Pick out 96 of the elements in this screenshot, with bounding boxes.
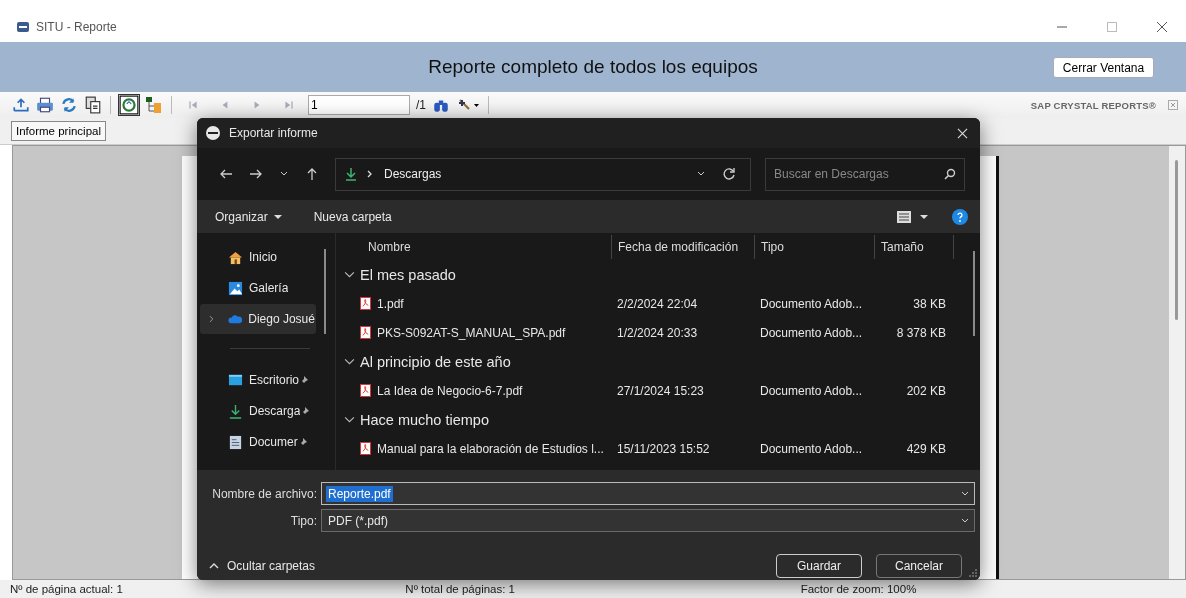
file-type: Documento Adob... bbox=[759, 441, 864, 456]
expand-icon[interactable] bbox=[208, 315, 216, 323]
document-icon bbox=[228, 434, 243, 450]
nav-label: Escritorio bbox=[249, 373, 299, 387]
close-icon[interactable] bbox=[1156, 21, 1168, 33]
chevron-icon bbox=[344, 356, 355, 367]
file-name[interactable]: 1.pdf bbox=[377, 296, 404, 311]
help-icon[interactable] bbox=[952, 208, 968, 225]
caret-icon[interactable] bbox=[920, 212, 928, 221]
chevron-icon bbox=[344, 414, 355, 425]
scrollbar[interactable] bbox=[1169, 146, 1185, 579]
breadcrumb[interactable]: Descargas bbox=[384, 167, 442, 181]
dialog-app-icon bbox=[205, 125, 221, 141]
up-icon[interactable] bbox=[305, 167, 319, 181]
nav-item[interactable]: Escritorio bbox=[200, 365, 316, 395]
chevron-icon bbox=[366, 170, 374, 178]
export-icon[interactable] bbox=[12, 96, 30, 114]
file-date: 2/2/2024 22:04 bbox=[616, 296, 699, 311]
gallery-icon bbox=[228, 280, 243, 296]
close-window-button[interactable]: Cerrar Ventana bbox=[1053, 57, 1154, 78]
nav-item[interactable]: Documer bbox=[200, 427, 316, 457]
tree-icon[interactable] bbox=[145, 96, 163, 114]
download-icon bbox=[228, 403, 243, 419]
file-size: 202 KB bbox=[905, 383, 947, 398]
column-header[interactable]: Tamaño bbox=[874, 234, 954, 259]
page-total: /1 bbox=[416, 98, 426, 112]
group-header[interactable]: Hace mucho tiempo bbox=[336, 405, 980, 434]
download-icon bbox=[344, 167, 358, 181]
group-label: Hace mucho tiempo bbox=[360, 411, 489, 428]
group-header[interactable]: El mes pasado bbox=[336, 260, 980, 289]
search-icon bbox=[943, 166, 957, 181]
field-label: Nombre de archivo: bbox=[211, 486, 318, 501]
nav-item[interactable]: Inicio bbox=[200, 242, 316, 272]
home-icon bbox=[228, 249, 243, 265]
organize-menu[interactable]: Organizar bbox=[209, 205, 288, 228]
group-label: El mes pasado bbox=[360, 266, 456, 283]
file-date: 27/1/2024 15:23 bbox=[616, 383, 705, 398]
file-date: 15/11/2023 15:52 bbox=[616, 441, 711, 456]
filename-value: Reporte.pdf bbox=[326, 485, 393, 502]
file-type-dropdown[interactable]: PDF (*.pdf) bbox=[321, 509, 975, 532]
page-field[interactable]: 1 bbox=[308, 95, 410, 115]
file-size: 429 KB bbox=[905, 441, 947, 456]
status-text: Factor de zoom: 100% bbox=[799, 583, 918, 595]
report-title: Reporte completo de todos los equipos bbox=[428, 56, 758, 78]
field-label: Tipo: bbox=[289, 513, 318, 528]
resize-grip-icon[interactable] bbox=[969, 569, 977, 577]
pdf-icon bbox=[360, 297, 371, 310]
report-tab[interactable]: Informe principal bbox=[11, 121, 106, 141]
nav-label: Descarga bbox=[249, 404, 301, 418]
group-tree-icon[interactable] bbox=[119, 95, 139, 115]
hide-folders-button[interactable]: Ocultar carpetas bbox=[207, 557, 318, 575]
search-field[interactable]: Buscar en Descargas bbox=[765, 157, 965, 191]
status-text: Nº total de páginas: 1 bbox=[404, 583, 517, 595]
pdf-icon bbox=[360, 442, 371, 455]
nav-item[interactable]: Descarga bbox=[200, 396, 316, 426]
file-date: 1/2/2024 20:33 bbox=[616, 325, 699, 340]
file-type: Documento Adob... bbox=[759, 325, 864, 340]
save-button[interactable]: Guardar bbox=[776, 554, 862, 578]
file-name[interactable]: PKS-S092AT-S_MANUAL_SPA.pdf bbox=[377, 325, 566, 340]
cancel-button[interactable]: Cancelar bbox=[876, 554, 962, 578]
nav-label: Galería bbox=[249, 281, 289, 295]
desktop-icon bbox=[228, 372, 243, 388]
file-name[interactable]: La Idea de Negocio-6-7.pdf bbox=[377, 383, 523, 398]
chevron-icon bbox=[209, 561, 219, 571]
dialog-title: Exportar informe bbox=[229, 126, 318, 140]
refresh-icon[interactable] bbox=[722, 167, 736, 181]
caret-icon bbox=[273, 212, 282, 221]
file-type: Documento Adob... bbox=[759, 296, 864, 311]
column-header[interactable]: Tipo bbox=[754, 234, 874, 259]
close-panel-icon[interactable] bbox=[1168, 100, 1178, 110]
nav-label: Inicio bbox=[249, 250, 277, 264]
file-size: 8 378 KB bbox=[895, 325, 947, 340]
pdf-icon bbox=[360, 326, 371, 339]
pdf-icon bbox=[360, 384, 371, 397]
address-bar[interactable]: Descargas bbox=[335, 157, 751, 191]
status-text: Nº de página actual: 1 bbox=[9, 583, 124, 595]
window-title: SITU - Reporte bbox=[36, 20, 117, 34]
print-icon[interactable] bbox=[36, 96, 54, 114]
group-label: Al principio de este año bbox=[360, 353, 511, 370]
column-header[interactable]: Fecha de modificación bbox=[611, 234, 754, 259]
back-icon[interactable] bbox=[219, 167, 233, 181]
nav-label: Documer bbox=[249, 435, 298, 449]
brand-label: SAP CRYSTAL REPORTS® bbox=[1030, 99, 1156, 111]
file-type: Documento Adob... bbox=[759, 383, 864, 398]
filename-field[interactable]: Reporte.pdf bbox=[321, 482, 975, 505]
app-icon bbox=[16, 20, 30, 34]
nav-item[interactable]: Galería bbox=[200, 273, 316, 303]
file-size: 38 KB bbox=[912, 296, 947, 311]
view-icon[interactable] bbox=[896, 209, 912, 224]
chevron-icon bbox=[344, 269, 355, 280]
forward-icon[interactable] bbox=[249, 167, 263, 181]
new-folder-button[interactable]: Nueva carpeta bbox=[307, 205, 398, 228]
group-header[interactable]: Al principio de este año bbox=[336, 347, 980, 376]
file-name[interactable]: Manual para la elaboración de Estudios l... bbox=[377, 441, 604, 456]
column-header[interactable]: Nombre bbox=[336, 234, 611, 259]
copy-icon[interactable] bbox=[84, 96, 102, 114]
